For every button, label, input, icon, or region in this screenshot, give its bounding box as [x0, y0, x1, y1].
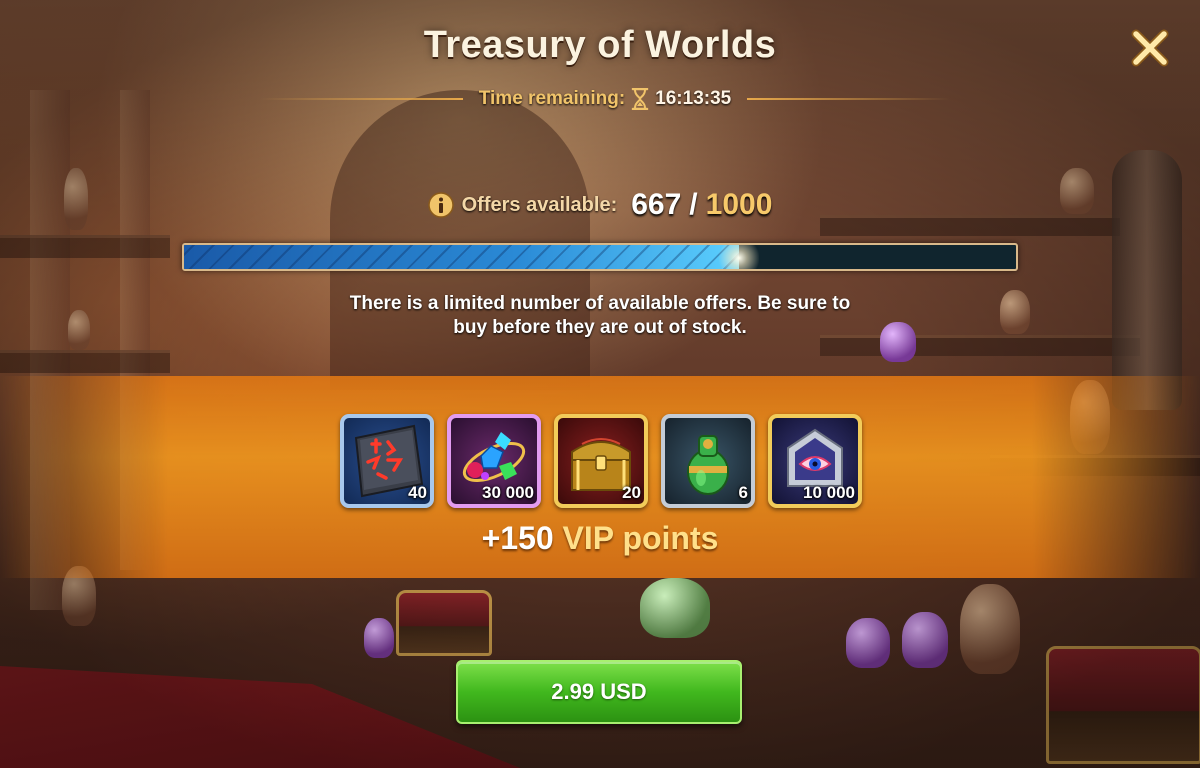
- info-icon[interactable]: [427, 192, 454, 218]
- offers-total: 1000: [705, 188, 773, 221]
- reward-item-treasure-chest[interactable]: 20: [554, 414, 648, 508]
- buy-button[interactable]: 2.99 USD: [456, 660, 742, 724]
- timer-label: Time remaining:: [478, 88, 626, 109]
- offers-current: 667: [631, 188, 682, 221]
- offers-label: Offers available:: [461, 193, 618, 216]
- reward-quantity: 30 000: [482, 483, 534, 502]
- timer-divider-right: [747, 98, 950, 100]
- reward-item-gem-cluster[interactable]: 30 000: [447, 414, 541, 508]
- window-title: Treasury of Worlds: [423, 24, 777, 66]
- timer-row: Time remaining: 16:13:35: [260, 86, 950, 112]
- progress-glow: [718, 245, 759, 269]
- reward-item-green-orb[interactable]: 6: [661, 414, 755, 508]
- close-icon: [1131, 29, 1169, 67]
- hourglass-icon: [631, 88, 649, 110]
- reward-quantity: 20: [622, 483, 641, 502]
- reward-quantity: 40: [408, 483, 427, 502]
- timer-value: 16:13:35: [655, 88, 732, 109]
- reward-quantity: 10 000: [803, 483, 855, 502]
- offers-progress-bar: [182, 243, 1018, 271]
- vip-points: +150 VIP points: [0, 520, 1200, 557]
- offers-row: Offers available: 667 / 1000: [0, 188, 1200, 222]
- vip-points-label: VIP points: [562, 520, 719, 556]
- reward-list: 40 30 000 20 6 10 000: [340, 414, 862, 508]
- timer-divider-left: [260, 98, 463, 100]
- reward-item-rune-tablet[interactable]: 40: [340, 414, 434, 508]
- reward-item-eye-emblem[interactable]: 10 000: [768, 414, 862, 508]
- reward-quantity: 6: [738, 483, 748, 502]
- close-button[interactable]: [1130, 28, 1170, 68]
- vip-points-amount: +150: [481, 520, 554, 556]
- offers-progress-fill: [184, 245, 739, 269]
- offers-separator: /: [689, 188, 698, 221]
- limited-offer-notice: There is a limited number of available o…: [349, 293, 851, 338]
